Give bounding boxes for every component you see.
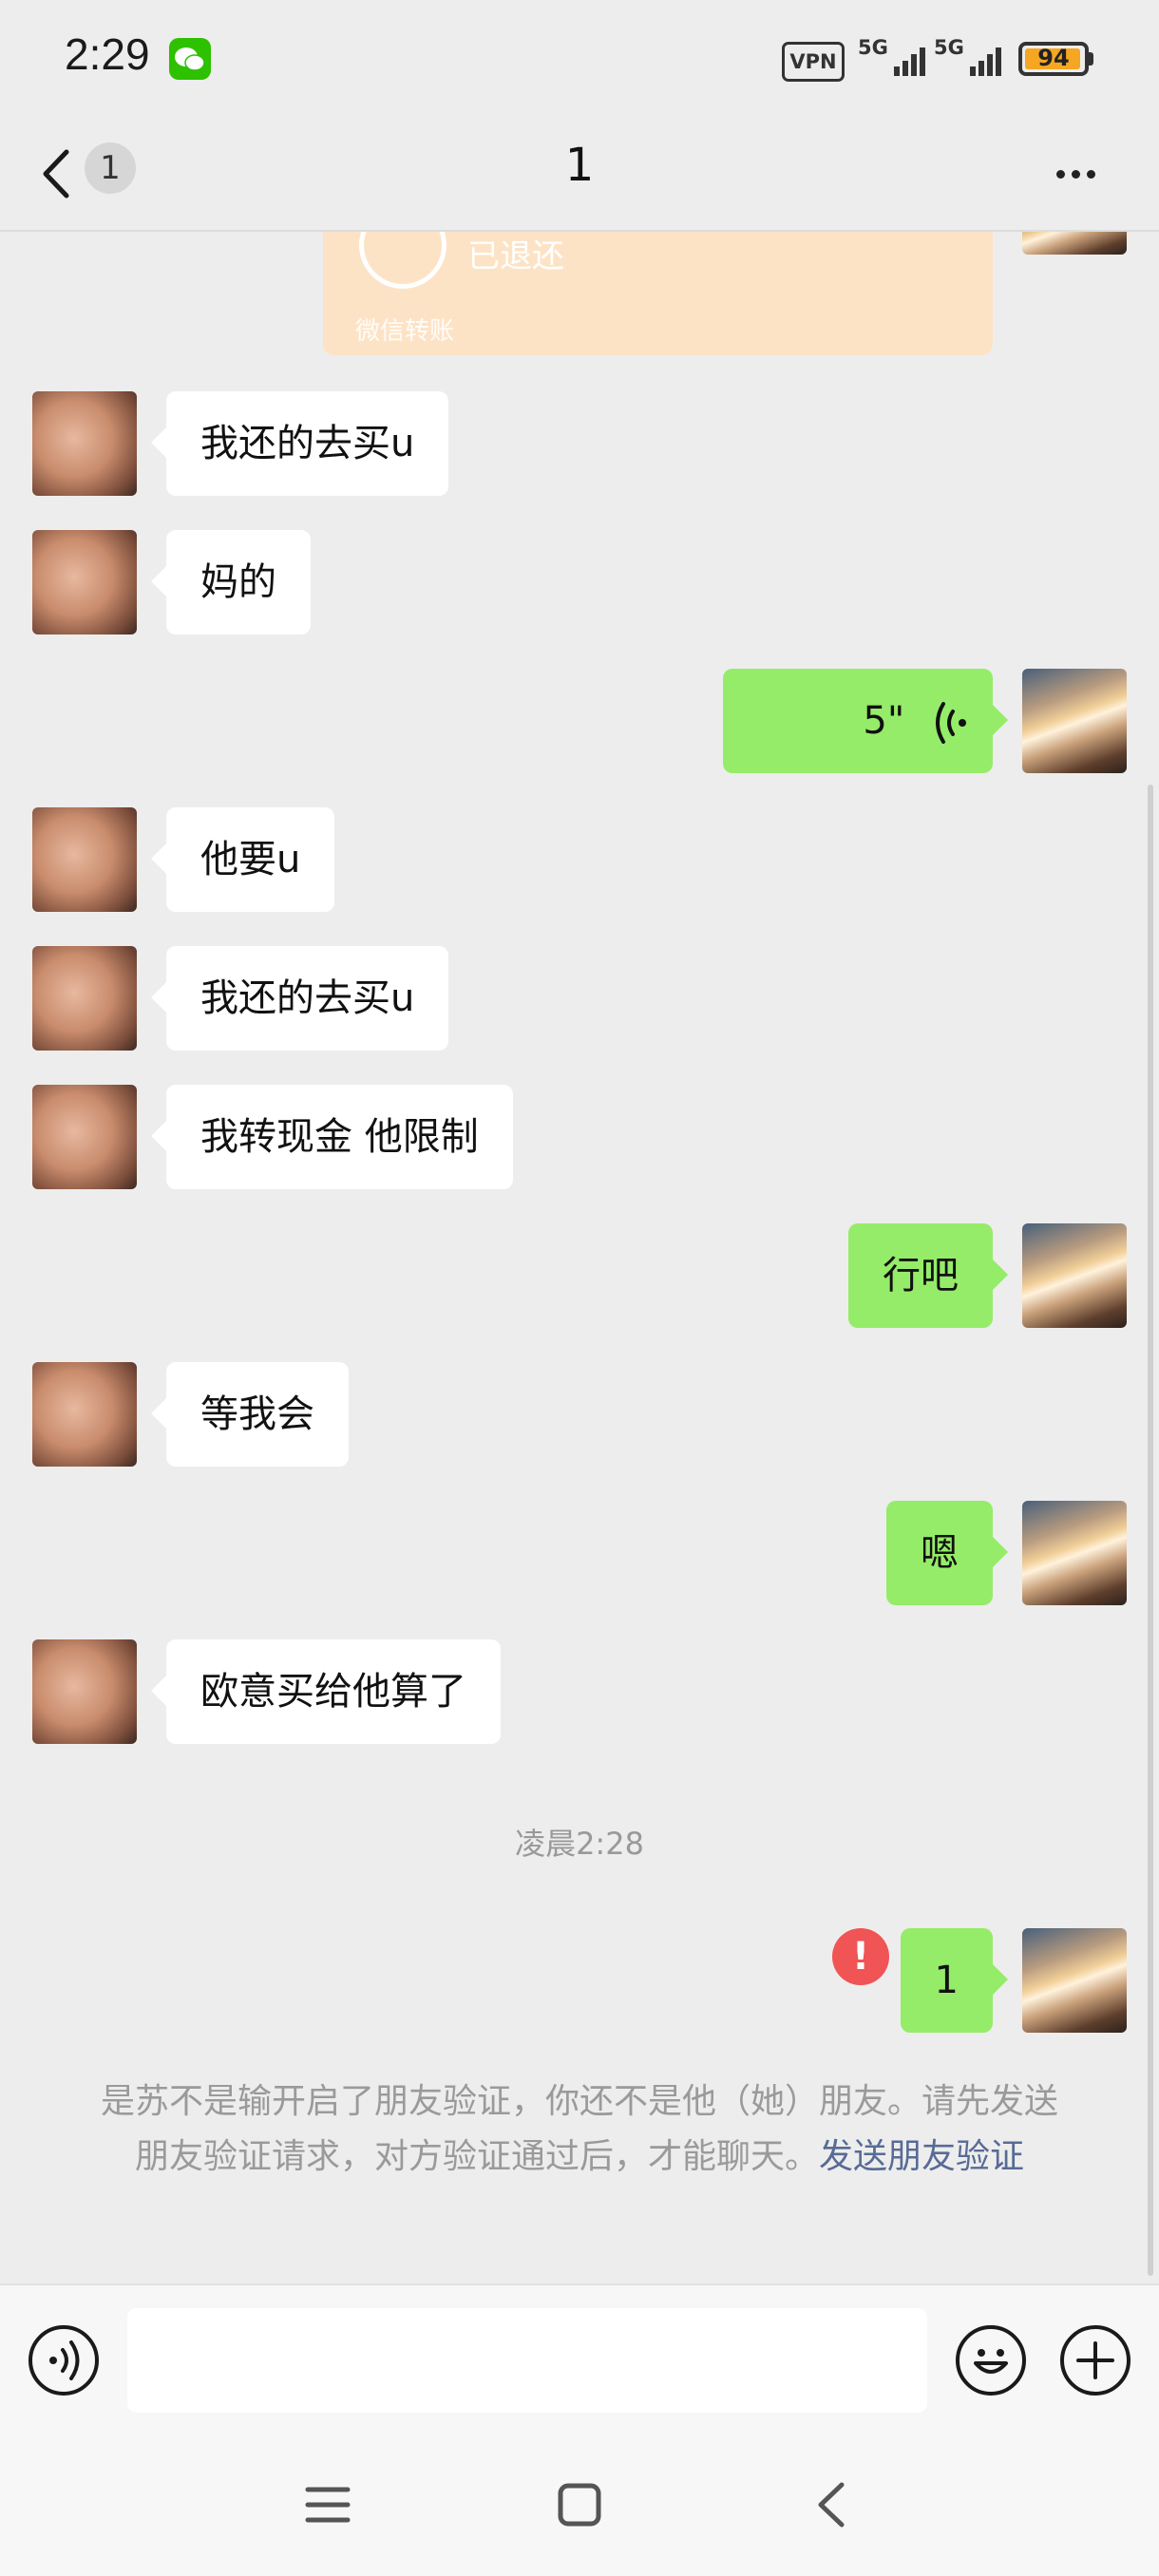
voice-mode-button[interactable] <box>28 2325 99 2396</box>
contact-avatar[interactable] <box>32 1085 137 1189</box>
message-bubble[interactable]: 行吧 <box>848 1223 1008 1328</box>
voice-message-bubble[interactable]: 5" <box>723 669 1008 773</box>
menu-icon[interactable] <box>304 2481 352 2529</box>
my-avatar[interactable] <box>1022 1928 1127 2033</box>
contact-avatar[interactable] <box>32 807 137 912</box>
voice-duration: 5" <box>863 699 905 743</box>
message-bubble[interactable]: 妈的 <box>151 530 311 635</box>
contact-avatar[interactable] <box>32 1362 137 1467</box>
dot-icon <box>1087 170 1095 179</box>
vpn-icon: VPN <box>782 42 845 82</box>
message-bubble[interactable]: 我还的去买u <box>150 391 449 496</box>
message-input[interactable] <box>127 2308 927 2413</box>
transfer-status: 已退还 <box>467 237 564 275</box>
plus-icon <box>1076 2341 1114 2379</box>
status-bar: 2:29 VPN 5G 5G 94 <box>0 0 1159 118</box>
message-bubble[interactable]: 等我会 <box>151 1362 349 1467</box>
chat-title: 1 <box>564 139 595 192</box>
message-bubble[interactable]: 1 <box>900 1928 1009 2033</box>
battery-tip <box>1089 52 1093 66</box>
send-failed-icon[interactable]: ! <box>832 1928 889 1985</box>
my-avatar[interactable] <box>1022 669 1127 773</box>
plus-button[interactable] <box>1060 2325 1130 2396</box>
transfer-card[interactable]: 已退还 微信转账 <box>323 232 993 355</box>
home-icon[interactable] <box>556 2481 603 2529</box>
message-bubble[interactable]: 嗯 <box>886 1501 1008 1605</box>
message-bubble[interactable]: 欧意买给他算了 <box>151 1639 501 1744</box>
send-verification-link[interactable]: 发送朋友验证 <box>819 2137 1024 2176</box>
input-bar <box>0 2283 1159 2435</box>
dot-icon <box>1056 170 1065 179</box>
signal-icon-sim1: 5G <box>858 36 934 80</box>
my-avatar[interactable] <box>1022 1501 1127 1605</box>
contact-avatar[interactable] <box>32 391 137 496</box>
more-options-button[interactable] <box>1056 164 1102 182</box>
voice-mode-icon <box>49 2340 80 2380</box>
signal-icon-sim2: 5G <box>934 36 1010 80</box>
message-bubble[interactable]: 我转现金 他限制 <box>151 1085 513 1189</box>
emoji-button[interactable] <box>956 2325 1026 2396</box>
my-avatar[interactable] <box>1022 1223 1127 1328</box>
back-nav-icon[interactable] <box>808 2481 855 2529</box>
system-navigation-bar <box>0 2434 1159 2576</box>
wechat-notification-icon <box>169 38 211 80</box>
message-timestamp: 凌晨2:28 <box>515 1826 644 1862</box>
battery-percent: 94 <box>1037 45 1070 71</box>
contact-avatar[interactable] <box>32 1639 137 1744</box>
status-time: 2:29 <box>65 29 150 79</box>
transfer-label: 微信转账 <box>355 317 455 346</box>
my-avatar[interactable] <box>1022 232 1127 255</box>
friend-verification-notice: 是苏不是输开启了朋友验证，你还不是他（她）朋友。请先发送朋友验证请求，对方验证通… <box>86 2074 1074 2185</box>
scrollbar[interactable] <box>1148 785 1153 2276</box>
battery-icon: 94 <box>1018 42 1089 76</box>
message-bubble[interactable]: 我还的去买u <box>150 946 449 1051</box>
voice-wave-icon <box>936 702 966 744</box>
contact-avatar[interactable] <box>32 530 137 635</box>
dot-icon <box>1072 170 1080 179</box>
contact-avatar[interactable] <box>32 946 137 1051</box>
message-bubble[interactable]: 他要u <box>150 807 335 912</box>
message-list[interactable]: 已退还 微信转账 我还的去买u 妈的 5" 他要u 我还的去买u 我转现金 他限… <box>0 232 1159 2283</box>
transfer-returned-icon <box>359 232 446 289</box>
emoji-icon <box>974 2349 1008 2374</box>
